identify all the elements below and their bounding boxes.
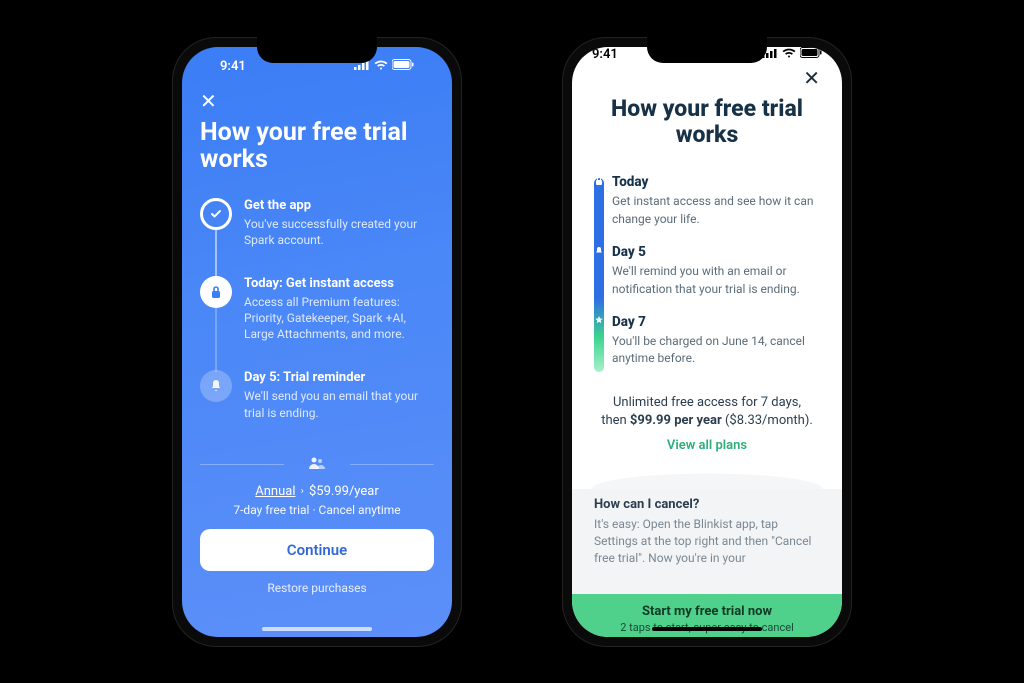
lock-icon	[200, 276, 232, 308]
notch	[257, 37, 377, 63]
step-desc: Access all Premium features: Priority, G…	[244, 294, 434, 343]
timeline-step-day5: Day 5 We'll remind you with an email or …	[612, 244, 820, 298]
wifi-icon	[374, 59, 388, 74]
timeline-step-today: Today Get instant access and see how it …	[612, 174, 820, 228]
chevron-right-icon: ›	[299, 486, 306, 497]
page-title: How your free trial works	[594, 96, 820, 149]
step-title: Today: Get instant access	[244, 276, 434, 291]
plan-selector[interactable]: Annual › $59.99/year	[200, 484, 434, 499]
progress-bar	[594, 178, 604, 371]
faq-text: It's easy: Open the Blinkist app, tap Se…	[594, 516, 820, 566]
timeline-step-3: Day 5: Trial reminder We'll send you an …	[200, 370, 434, 448]
battery-icon	[392, 59, 414, 74]
step-title: Day 7	[612, 314, 820, 330]
screen-white: 9:41 ✕ How your free trial works	[572, 47, 842, 637]
status-time: 9:41	[592, 47, 618, 62]
step-title: Get the app	[244, 198, 434, 213]
plan-price: $59.99/year	[309, 484, 379, 499]
step-desc: You'll be charged on June 14, cancel any…	[612, 333, 820, 368]
view-all-plans-link[interactable]: View all plans	[594, 438, 820, 453]
plan-label: Annual	[255, 484, 295, 499]
status-icons	[762, 47, 822, 62]
star-icon	[595, 316, 603, 324]
battery-icon	[800, 47, 822, 62]
lock-icon	[595, 176, 603, 184]
step-desc: You've successfully created your Spark a…	[244, 216, 434, 248]
pricing-text: Unlimited free access for 7 days, then $…	[594, 394, 820, 430]
home-indicator[interactable]	[652, 627, 762, 631]
phone-right: 9:41 ✕ How your free trial works	[562, 37, 852, 647]
close-icon[interactable]: ✕	[200, 87, 434, 119]
timeline-step-1: Get the app You've successfully created …	[200, 198, 434, 276]
notch	[647, 37, 767, 63]
people-icon	[200, 455, 434, 474]
step-desc: Get instant access and see how it can ch…	[612, 193, 820, 228]
timeline: Today Get instant access and see how it …	[594, 174, 820, 383]
status-time: 9:41	[220, 59, 246, 74]
continue-button[interactable]: Continue	[200, 529, 434, 571]
step-title: Day 5: Trial reminder	[244, 370, 434, 385]
screen-blue: 9:41 ✕ How your free trial works	[182, 47, 452, 637]
bell-icon	[200, 370, 232, 402]
trial-terms: 7-day free trial · Cancel anytime	[200, 503, 434, 517]
step-desc: We'll remind you with an email or notifi…	[612, 263, 820, 298]
restore-purchases-link[interactable]: Restore purchases	[200, 581, 434, 595]
timeline-step-2: Today: Get instant access Access all Pre…	[200, 276, 434, 371]
phone-left: 9:41 ✕ How your free trial works	[172, 37, 462, 647]
page-title: How your free trial works	[200, 119, 434, 174]
step-title: Day 5	[612, 244, 820, 260]
faq-title: How can I cancel?	[594, 497, 820, 512]
home-indicator[interactable]	[262, 627, 372, 631]
cta-line1: Start my free trial now	[584, 604, 830, 619]
close-icon[interactable]: ✕	[594, 62, 820, 96]
faq-section: How can I cancel? It's easy: Open the Bl…	[594, 471, 820, 636]
timeline-step-day7: Day 7 You'll be charged on June 14, canc…	[612, 314, 820, 368]
step-title: Today	[612, 174, 820, 190]
check-icon	[200, 198, 232, 230]
bell-icon	[595, 246, 603, 254]
wifi-icon	[782, 47, 796, 62]
step-desc: We'll send you an email that your trial …	[244, 388, 434, 420]
timeline: Get the app You've successfully created …	[200, 198, 434, 449]
